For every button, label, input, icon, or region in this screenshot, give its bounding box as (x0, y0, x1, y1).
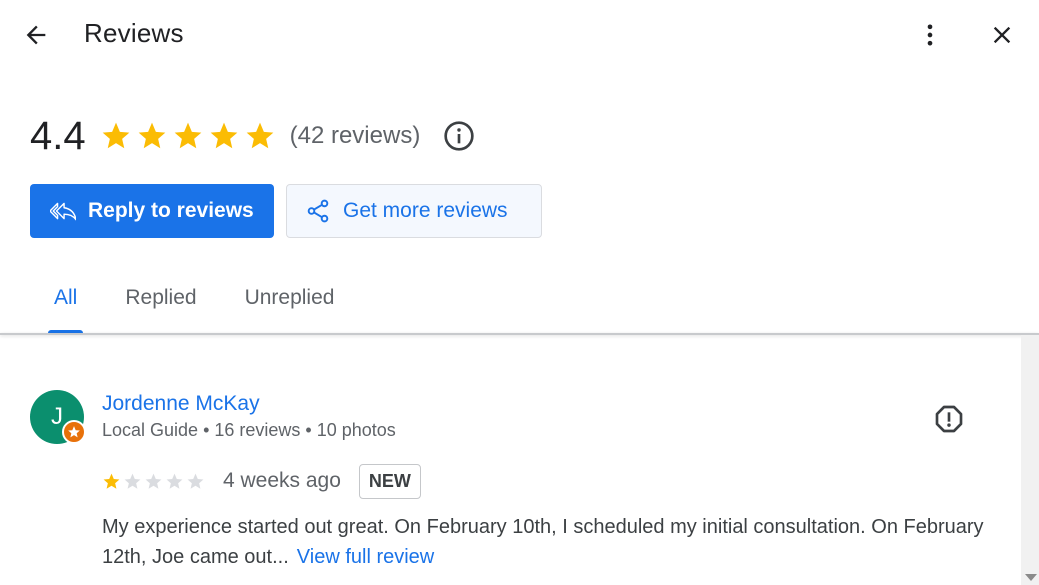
report-button[interactable] (930, 400, 968, 438)
tab-replied[interactable]: Replied (101, 272, 220, 334)
star-empty-icon (166, 473, 183, 489)
reviewer-name[interactable]: Jordenne McKay (102, 392, 260, 416)
average-rating: 4.4 (30, 113, 86, 158)
close-button[interactable] (984, 17, 1020, 53)
get-more-reviews-button[interactable]: Get more reviews (286, 184, 542, 238)
tabs-divider (0, 333, 1039, 335)
share-icon (307, 199, 329, 223)
review-text: My experience started out great. On Febr… (102, 512, 992, 572)
rating-stars (100, 120, 276, 152)
star-empty-icon (145, 473, 162, 489)
tab-unreplied[interactable]: Unreplied (221, 272, 359, 334)
back-button[interactable] (18, 17, 54, 53)
reply-all-icon (50, 202, 76, 221)
review-rating-row: 4 weeks ago NEW (102, 463, 421, 499)
review-stars (102, 472, 205, 491)
info-icon (444, 121, 474, 151)
review-filter-tabs: All Replied Unreplied (30, 272, 358, 334)
report-icon (935, 405, 963, 433)
review-body: My experience started out great. On Febr… (102, 516, 984, 568)
star-filled-icon (210, 122, 237, 149)
star-filled-icon (174, 122, 201, 149)
star-empty-icon (187, 473, 204, 489)
rating-summary: 4.4 (42 reviews) (30, 112, 476, 160)
scroll-down-arrow-icon[interactable] (1025, 574, 1037, 581)
reply-to-reviews-label: Reply to reviews (88, 199, 254, 222)
star-filled-icon (246, 122, 273, 149)
star-filled-icon (138, 122, 165, 149)
page-title: Reviews (84, 18, 184, 48)
star-filled-icon (102, 122, 129, 149)
reviewer-meta: Local Guide • 16 reviews • 10 photos (102, 420, 396, 440)
more-vert-icon (927, 24, 933, 46)
star-empty-icon (124, 473, 141, 489)
get-more-reviews-label: Get more reviews (343, 199, 508, 222)
arrow-back-icon (26, 25, 46, 45)
scrollbar[interactable] (1021, 335, 1039, 585)
star-filled-icon (103, 473, 120, 489)
tab-all[interactable]: All (30, 272, 101, 334)
reviews-count: (42 reviews) (289, 122, 421, 149)
new-badge: NEW (358, 463, 421, 499)
close-icon (993, 26, 1011, 44)
info-button[interactable] (442, 119, 476, 153)
view-full-review-link[interactable]: View full review (297, 546, 434, 568)
review-age: 4 weeks ago (223, 469, 341, 492)
reply-to-reviews-button[interactable]: Reply to reviews (30, 184, 274, 238)
top-bar: Reviews (0, 0, 1039, 68)
local-guide-badge-icon (62, 420, 86, 444)
more-options-button[interactable] (912, 17, 948, 53)
